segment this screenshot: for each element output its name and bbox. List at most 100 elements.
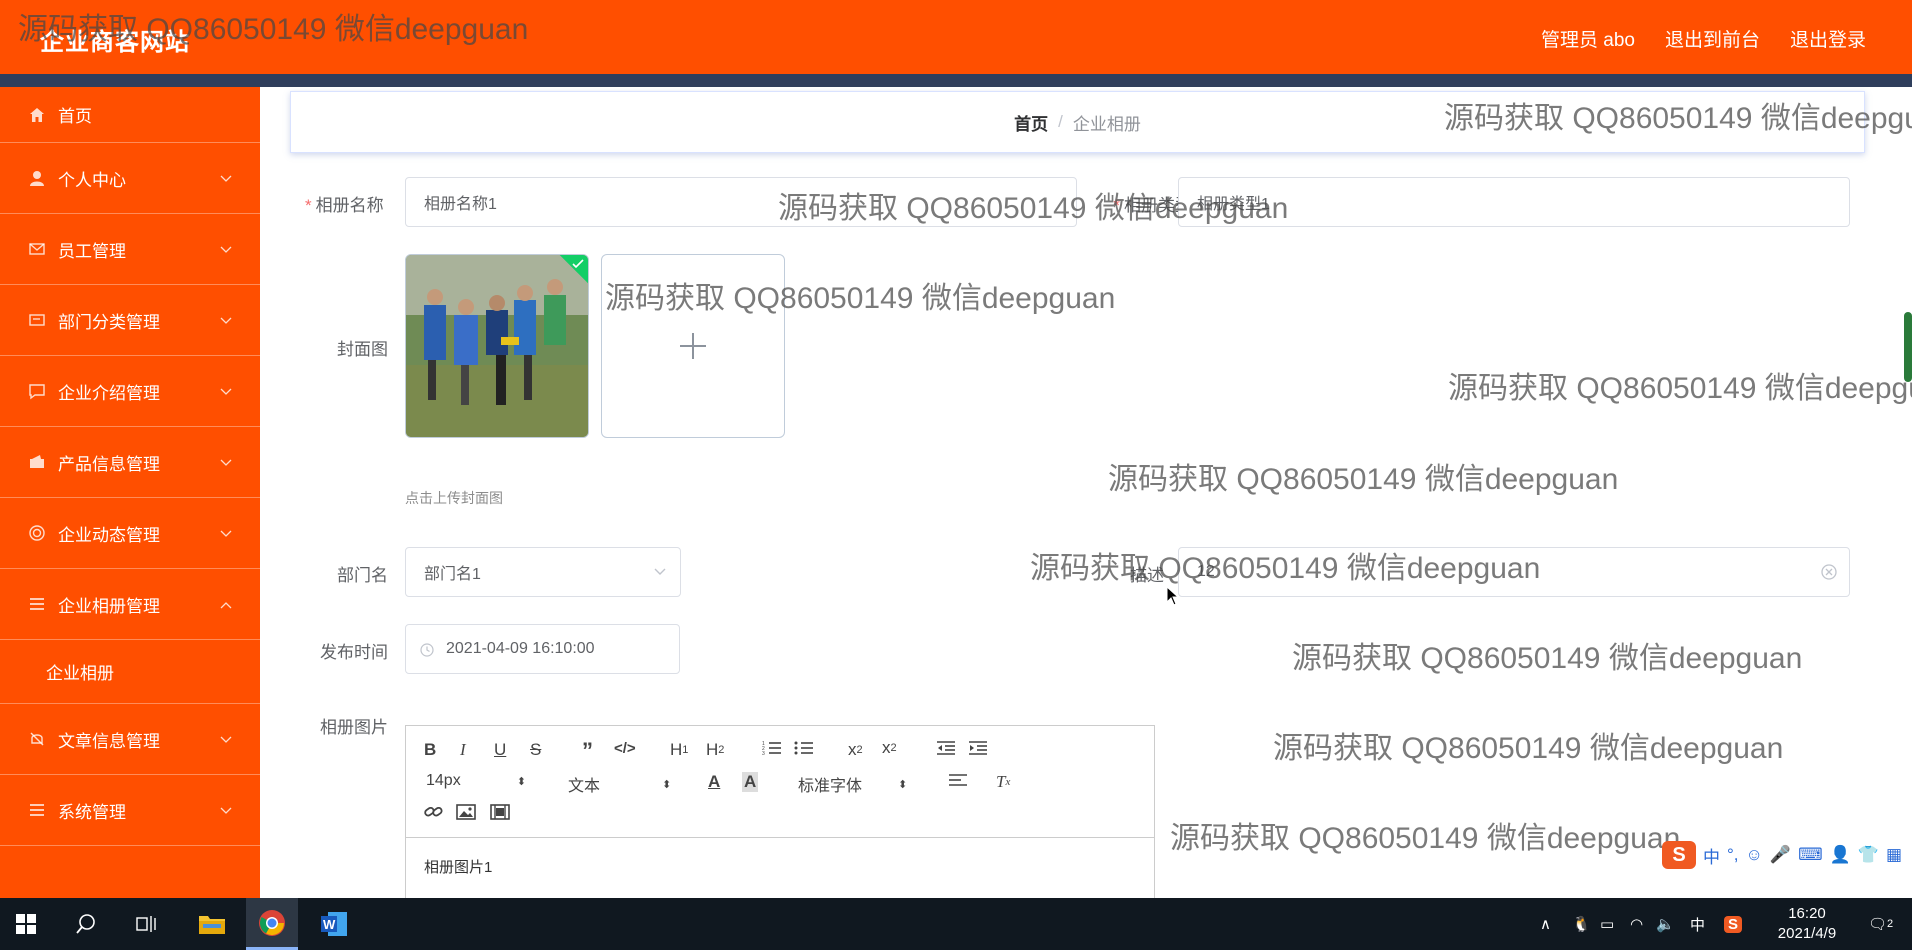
font-size-select[interactable]: 14px ⬍ (426, 772, 526, 790)
svg-text:3: 3 (762, 751, 765, 756)
sidebar-item-company-intro[interactable]: 企业介绍管理 (0, 356, 260, 427)
sidebar-item-label: 个人中心 (58, 170, 126, 190)
chevron-down-icon (220, 452, 232, 472)
ime-lang-indicator[interactable]: 中 (1703, 843, 1720, 868)
underline-icon[interactable]: U (494, 740, 506, 760)
indent-icon[interactable] (968, 740, 988, 756)
album-images-label: 相册图片 (320, 718, 388, 737)
subscript-icon[interactable]: x2 (848, 740, 863, 760)
upload-add-button[interactable] (601, 254, 785, 438)
background-color-icon[interactable]: A (742, 772, 759, 792)
heading2-icon[interactable]: H2 (706, 740, 724, 760)
wifi-icon[interactable]: ◠ (1630, 898, 1643, 950)
publish-time-value: 2021-04-09 16:10:00 (446, 640, 595, 657)
emoji-icon[interactable]: ☺ (1746, 845, 1763, 865)
publish-time-picker[interactable]: 2021-04-09 16:10:00 (405, 624, 680, 674)
chrome-icon[interactable] (246, 898, 298, 950)
clear-format-icon[interactable]: Tx (996, 772, 1010, 792)
font-color-icon[interactable]: A (708, 772, 720, 792)
link-icon[interactable] (424, 804, 444, 820)
description-label: 描述 (1130, 566, 1164, 585)
bullet-list-icon[interactable] (794, 740, 814, 756)
sidebar-item-system[interactable]: 系统管理 (0, 775, 260, 846)
breadcrumb-current: 企业相册 (1072, 114, 1141, 134)
bell-icon (26, 728, 48, 750)
volume-icon[interactable]: 🔈 (1656, 898, 1675, 950)
sidebar-subitem-album[interactable]: 企业相册 (0, 640, 260, 704)
outdent-icon[interactable] (936, 740, 956, 756)
sidebar-item-employee[interactable]: 员工管理 (0, 214, 260, 285)
search-icon[interactable] (60, 898, 112, 950)
align-icon[interactable] (948, 772, 968, 788)
admin-user-link[interactable]: 管理员 abo (1541, 25, 1635, 52)
sogou-tray-icon[interactable]: S (1724, 898, 1743, 950)
sidebar-item-label: 企业介绍管理 (58, 383, 160, 403)
input-lang-indicator[interactable]: 中 (1690, 898, 1705, 950)
sidebar-item-company-news[interactable]: 企业动态管理 (0, 498, 260, 569)
cover-upload-hint: 点击上传封面图 (405, 490, 503, 506)
breadcrumb-home[interactable]: 首页 (1014, 110, 1048, 135)
notification-center-icon[interactable]: 🗨 2 (1868, 898, 1893, 950)
superscript-icon[interactable]: x2 (882, 738, 897, 758)
clear-icon[interactable] (1821, 564, 1837, 580)
task-view-icon[interactable] (120, 898, 172, 950)
sidebar-item-product[interactable]: 产品信息管理 (0, 427, 260, 498)
text-style-select[interactable]: 文本 ⬍ (568, 772, 671, 796)
mail-icon (26, 238, 48, 260)
cover-label: 封面图 (337, 340, 388, 359)
italic-icon[interactable]: I (460, 740, 466, 760)
main-content: 首页 / 企业相册 *相册名称 相册名称1 *相册类型 相册类型1 封面图 (260, 87, 1912, 898)
clock-time: 16:20 (1788, 905, 1826, 922)
logout-link[interactable]: 退出登录 (1790, 25, 1866, 52)
tray-app-icon[interactable]: 🐧 (1572, 898, 1591, 950)
taskbar-clock[interactable]: 16:20 2021/4/9 (1762, 904, 1852, 944)
code-icon[interactable]: </> (614, 740, 636, 757)
publish-time-label: 发布时间 (320, 643, 388, 662)
card-icon (26, 309, 48, 331)
sidebar-item-department[interactable]: 部门分类管理 (0, 285, 260, 356)
chevron-down-icon (220, 310, 232, 330)
strikethrough-icon[interactable]: S (530, 740, 541, 760)
windows-start-icon[interactable] (0, 898, 52, 950)
battery-icon[interactable]: ▭ (1600, 898, 1614, 950)
sidebar-item-label: 企业动态管理 (58, 525, 160, 545)
sogou-logo-icon[interactable]: S (1662, 841, 1696, 869)
department-select[interactable]: 部门名1 (405, 547, 681, 597)
exit-to-frontend-link[interactable]: 退出到前台 (1665, 25, 1760, 52)
tray-show-hidden-icon[interactable]: ∧ (1540, 898, 1551, 950)
album-name-input[interactable]: 相册名称1 (405, 177, 1077, 227)
toolbox-icon[interactable]: ▦ (1886, 845, 1902, 865)
description-input[interactable]: 12 (1178, 547, 1850, 597)
video-icon[interactable] (490, 804, 510, 820)
scrollbar-thumb[interactable] (1904, 312, 1912, 382)
ime-punctuation[interactable]: °, (1727, 845, 1739, 865)
sidebar-item-article[interactable]: 文章信息管理 (0, 704, 260, 775)
album-type-input[interactable]: 相册类型1 (1178, 177, 1850, 227)
sidebar-item-label: 文章信息管理 (58, 731, 160, 751)
editor-toolbar: B I U S ” </> H1 H2 123 x2 x2 14px ⬍ 文本 ⬍ … (406, 726, 1154, 838)
file-explorer-icon[interactable] (186, 898, 238, 950)
sidebar-item-personal-center[interactable]: 个人中心 (0, 143, 260, 214)
image-icon[interactable] (456, 804, 476, 820)
album-name-label: * 相册名称 (305, 196, 384, 215)
font-family-select[interactable]: 标准字体 ⬍ (798, 772, 907, 796)
sidebar-item-album[interactable]: 企业相册管理 (0, 569, 260, 640)
editor-content[interactable]: 相册图片1 (406, 838, 1154, 895)
check-icon (572, 259, 584, 269)
mic-icon[interactable]: 🎤 (1770, 845, 1791, 865)
skin-icon[interactable]: 👕 (1858, 845, 1879, 865)
keyboard-icon[interactable]: ⌨ (1798, 845, 1823, 865)
user-icon[interactable]: 👤 (1830, 845, 1851, 865)
cover-image-thumbnail[interactable] (405, 254, 589, 438)
chevron-down-icon (220, 168, 232, 188)
heading1-icon[interactable]: H1 (670, 740, 688, 760)
blockquote-icon[interactable]: ” (582, 738, 593, 764)
sidebar-item-label: 首页 (58, 107, 92, 126)
chevron-down-icon (220, 729, 232, 749)
bold-icon[interactable]: B (424, 740, 436, 760)
sidebar: 首页 个人中心 员工管理 部门分类管理 企业介绍管理 产品信息管理 企业动态管理… (0, 87, 260, 898)
word-icon[interactable]: W (308, 898, 360, 950)
ordered-list-icon[interactable]: 123 (762, 740, 782, 756)
windows-taskbar: W ∧ 🐧 ▭ ◠ 🔈 中 S 16:20 2021/4/9 🗨 2 (0, 898, 1912, 950)
sidebar-item-home[interactable]: 首页 (0, 87, 260, 143)
